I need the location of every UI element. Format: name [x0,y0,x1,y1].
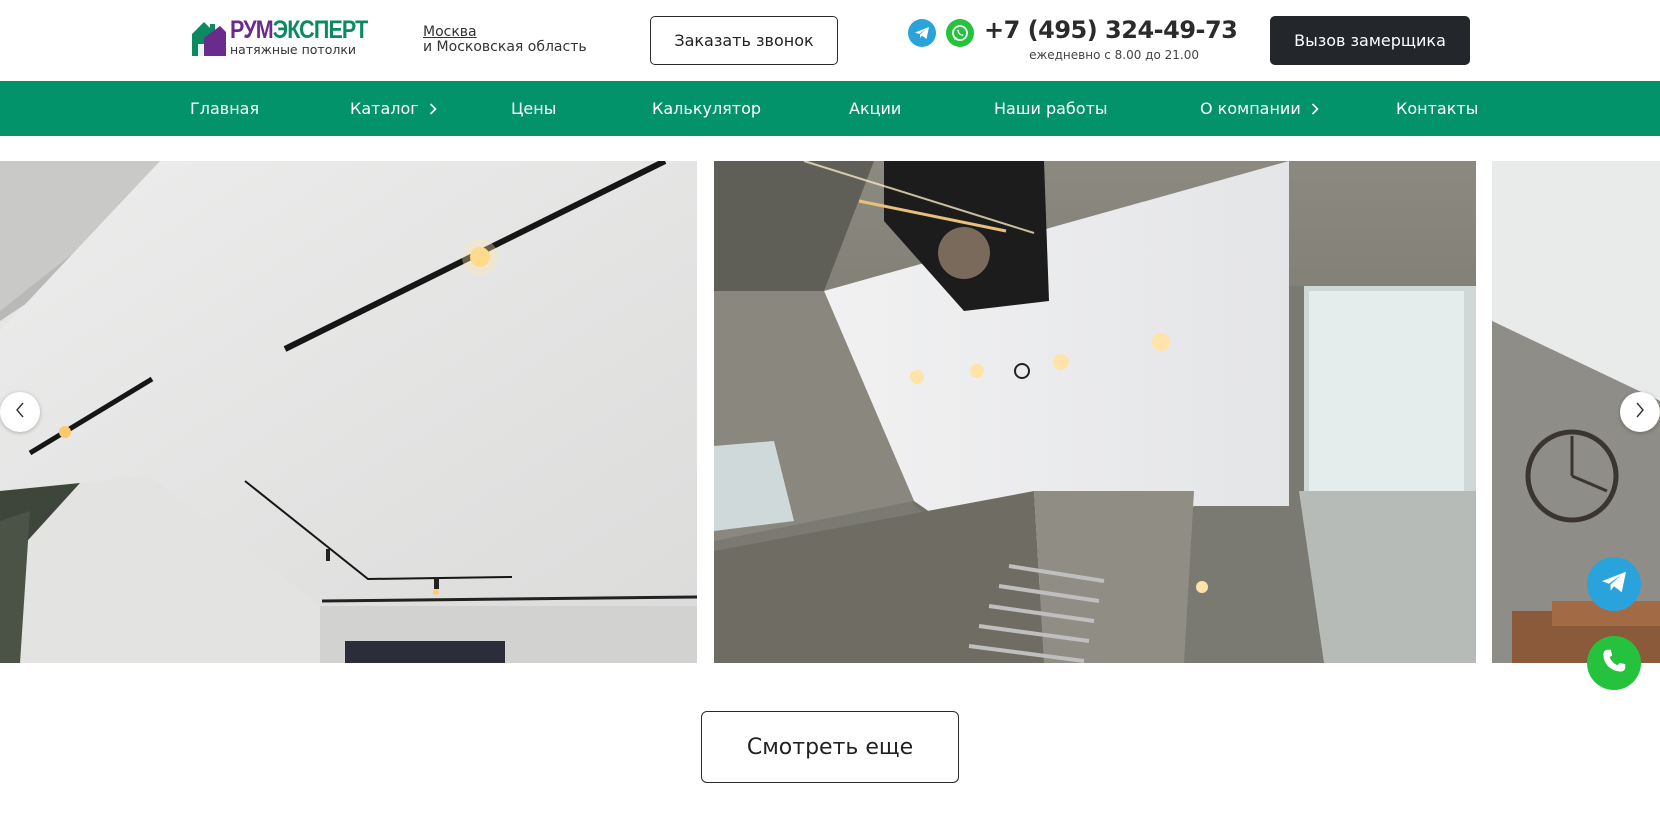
nav-item-label: Цены [511,99,557,118]
city-link[interactable]: Москва [423,25,587,40]
nav-item-label: Главная [190,99,260,118]
phone-number[interactable]: +7 (495) 324-49-73 [984,16,1238,44]
nav-item-catalog[interactable]: Каталог [350,81,437,136]
nav-item-contacts[interactable]: Контакты [1396,81,1478,136]
nav-item-label: Контакты [1396,99,1479,118]
works-gallery [0,161,1660,663]
call-measurer-button[interactable]: Вызов замерщика [1270,16,1470,65]
nav-item-calculator[interactable]: Калькулятор [652,81,761,136]
nav-item-home[interactable]: Главная [190,81,259,136]
callback-button[interactable]: Заказать звонок [650,16,838,65]
nav-item-prices[interactable]: Цены [511,81,556,136]
nav-item-about[interactable]: О компании [1200,81,1319,136]
city-selector: Москва и Московская область [423,25,587,55]
main-nav: Главная Каталог Цены Калькулятор Акции Н… [0,81,1660,136]
gallery-prev-button[interactable] [0,392,40,432]
nav-item-label: Каталог [350,99,419,118]
nav-item-label: Калькулятор [652,99,762,118]
telegram-icon[interactable] [908,19,936,47]
logo-title-part2: ЭКСПЕРТ [272,16,368,44]
nav-item-label: Наши работы [994,99,1108,118]
logo-subtitle: натяжные потолки [230,42,357,57]
phone-handset-icon [1599,646,1629,680]
chevron-left-icon [15,402,25,422]
messenger-links [908,19,974,47]
show-more-button[interactable]: Смотреть еще [701,711,959,783]
telegram-icon [1600,570,1628,598]
chevron-right-icon [429,102,437,115]
floating-whatsapp-button[interactable] [1587,636,1641,690]
gallery-photo-1[interactable] [0,161,697,663]
working-hours: ежедневно с 8.00 до 21.00 [1029,48,1199,62]
floating-telegram-button[interactable] [1587,557,1641,611]
chevron-right-icon [1311,102,1319,115]
gallery-next-button[interactable] [1620,392,1660,432]
nav-item-promotions[interactable]: Акции [849,81,901,136]
chevron-right-icon [1635,402,1645,422]
gallery-photo-2[interactable] [714,161,1476,663]
city-region: и Московская область [423,39,587,55]
nav-item-label: Акции [849,99,902,118]
logo[interactable]: РУМЭКСПЕРТ натяжные потолки [190,18,368,60]
nav-item-label: О компании [1200,99,1301,118]
logo-title-part1: РУМ [230,16,274,44]
logo-title: РУМЭКСПЕРТ [230,16,368,44]
house-logo-icon [190,18,228,58]
whatsapp-icon[interactable] [946,19,974,47]
site-header: РУМЭКСПЕРТ натяжные потолки Москва и Мос… [0,0,1660,81]
nav-item-our-works[interactable]: Наши работы [994,81,1108,136]
